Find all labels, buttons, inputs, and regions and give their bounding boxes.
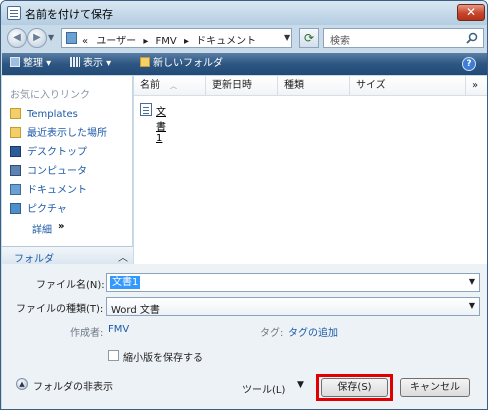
save-options-panel: ファイル名(N): 文書1 ▼ ファイルの種類(T): Word 文書 ▼ 作成… xyxy=(2,264,487,409)
filetype-value: Word 文書 xyxy=(111,305,160,316)
sidebar-item-recent-places[interactable]: 最近表示した場所 xyxy=(10,126,107,142)
chevron-up-icon[interactable]: ▲ xyxy=(16,378,28,390)
chevron-down-icon[interactable]: ▼ xyxy=(469,277,475,286)
word-document-icon xyxy=(140,103,152,116)
recent-pages-dropdown[interactable]: ▼ xyxy=(48,31,58,45)
breadcrumb-separator[interactable]: ▸ xyxy=(143,36,148,47)
organize-icon xyxy=(10,57,20,67)
back-arrow-icon: ◀ xyxy=(13,32,21,43)
views-menu[interactable]: 表示 ▾ xyxy=(70,56,111,72)
sidebar-item-pictures[interactable]: ピクチャ xyxy=(10,202,67,218)
chevron-up-icon: ︿ xyxy=(118,253,128,264)
documents-folder-icon xyxy=(66,32,77,44)
refresh-icon: ⟳ xyxy=(303,31,315,45)
save-thumbnail-checkbox[interactable] xyxy=(108,350,119,361)
search-input[interactable]: 検索 xyxy=(323,28,484,48)
sort-ascending-icon: ︿ xyxy=(170,82,177,90)
folders-label: フォルダ xyxy=(14,254,54,265)
add-tag-link[interactable]: タグの追加 xyxy=(288,324,338,339)
address-bar[interactable]: « ユーザー ▸ FMV ▸ ドキュメント xyxy=(61,28,292,48)
filetype-label: ファイルの種類(T): xyxy=(16,304,104,315)
organize-menu[interactable]: 整理 ▾ xyxy=(10,56,51,72)
filetype-select[interactable]: Word 文書 ▼ xyxy=(106,297,480,316)
column-header-date[interactable]: 更新日時 xyxy=(206,76,278,96)
search-icon xyxy=(466,32,478,44)
chevron-down-icon: ▼ xyxy=(468,301,475,310)
file-list: 名前 ︿ 更新日時 種類 サイズ » 文書1 xyxy=(134,76,487,264)
forward-button[interactable]: ▶ xyxy=(27,28,47,48)
breadcrumb-item-users[interactable]: ユーザー xyxy=(96,36,136,47)
sidebar-item-templates[interactable]: Templates xyxy=(10,107,78,123)
search-placeholder: 検索 xyxy=(330,36,350,47)
word-document-icon xyxy=(7,6,21,20)
navigation-pane: お気に入りリンク Templates 最近表示した場所 デスクトップ コンピュー… xyxy=(2,76,133,262)
window-title: 名前を付けて保存 xyxy=(25,8,113,21)
breadcrumb: « ユーザー ▸ FMV ▸ ドキュメント xyxy=(82,32,256,47)
details-chevron-icon[interactable]: » xyxy=(58,221,64,232)
back-button[interactable]: ◀ xyxy=(7,28,27,48)
filename-value: 文書1 xyxy=(110,276,141,289)
tools-dropdown-icon[interactable]: ▼ xyxy=(297,380,304,390)
author-label: 作成者: xyxy=(70,328,104,339)
close-button[interactable]: ✕ xyxy=(457,4,485,21)
favorite-links-header: お気に入りリンク xyxy=(10,90,90,101)
sidebar-item-documents[interactable]: ドキュメント xyxy=(10,183,87,199)
save-thumbnail-label: 縮小版を保存する xyxy=(123,353,203,364)
column-header-size[interactable]: サイズ xyxy=(350,76,466,96)
column-header-type[interactable]: 種類 xyxy=(278,76,350,96)
file-name: 文書1 xyxy=(156,107,166,144)
filename-input[interactable]: 文書1 ▼ xyxy=(106,273,480,292)
recent-places-icon xyxy=(10,127,21,138)
address-dropdown[interactable]: ▼ xyxy=(284,31,294,45)
cancel-button[interactable]: キャンセル xyxy=(400,378,470,397)
hide-folders-button[interactable]: フォルダの非表示 xyxy=(33,378,113,393)
column-header-name[interactable]: 名前 ︿ xyxy=(134,76,206,96)
column-header-more[interactable]: » xyxy=(466,76,487,96)
folders-toggle[interactable]: フォルダ ︿ xyxy=(2,246,133,265)
filename-label: ファイル名(N): xyxy=(36,280,105,291)
help-button[interactable]: ? xyxy=(462,57,476,71)
title-bar: 名前を付けて保存 ✕ xyxy=(1,1,487,25)
tools-menu[interactable]: ツール(L) xyxy=(242,381,285,396)
desktop-icon xyxy=(10,146,21,157)
tags-label: タグ: xyxy=(260,328,284,339)
template-folder-icon xyxy=(10,108,21,119)
new-folder-button[interactable]: 新しいフォルダ xyxy=(140,56,223,72)
breadcrumb-overflow[interactable]: « xyxy=(82,36,88,47)
refresh-button[interactable]: ⟳ xyxy=(299,28,319,48)
breadcrumb-separator[interactable]: ▸ xyxy=(184,36,189,47)
new-folder-icon xyxy=(140,57,150,67)
views-icon xyxy=(70,57,80,67)
sidebar-item-desktop[interactable]: デスクトップ xyxy=(10,145,87,161)
breadcrumb-item-documents[interactable]: ドキュメント xyxy=(196,36,256,47)
command-toolbar: 整理 ▾ 表示 ▾ 新しいフォルダ ? xyxy=(2,53,487,75)
sidebar-item-computer[interactable]: コンピュータ xyxy=(10,164,87,180)
forward-arrow-icon: ▶ xyxy=(33,32,41,43)
author-value[interactable]: FMV xyxy=(108,324,129,335)
save-button[interactable]: 保存(S) xyxy=(321,378,388,397)
documents-icon xyxy=(10,184,21,195)
computer-icon xyxy=(10,165,21,176)
save-as-dialog: 名前を付けて保存 ✕ ◀ ▶ ▼ « ユーザー ▸ FMV ▸ ドキュメント ▼… xyxy=(0,0,488,410)
breadcrumb-item-fmv[interactable]: FMV xyxy=(156,36,177,47)
pictures-icon xyxy=(10,203,21,214)
details-link[interactable]: 詳細 xyxy=(32,221,52,236)
